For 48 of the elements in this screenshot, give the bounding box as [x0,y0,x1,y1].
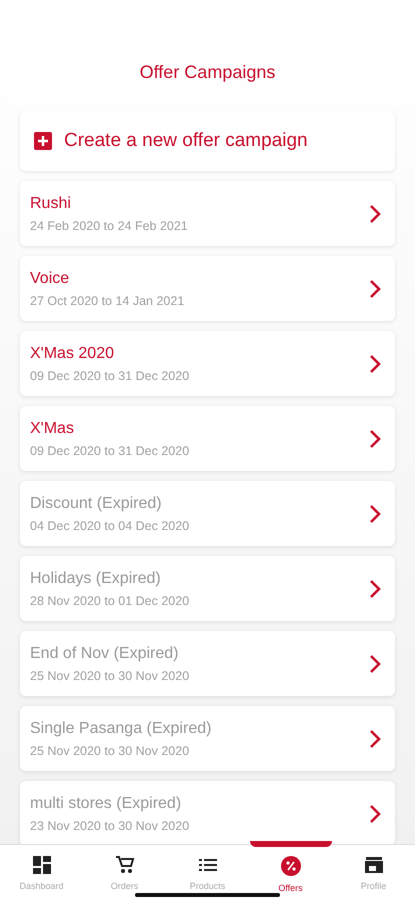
campaign-card[interactable]: Holidays (Expired) 28 Nov 2020 to 01 Dec 2020 [20,556,395,621]
chevron-right-icon [369,278,381,298]
campaign-dates: 28 Nov 2020 to 01 Dec 2020 [30,594,190,608]
campaign-name: Discount (Expired) [30,494,163,512]
campaign-name: Single Pasanga (Expired) [30,720,212,738]
store-icon [364,855,384,875]
page-title: Offer Campaigns [138,61,276,84]
chevron-right-icon [369,504,381,524]
campaign-dates: 25 Nov 2020 to 30 Nov 2020 [30,668,190,682]
campaign-dates: 24 Feb 2020 to 24 Feb 2021 [30,218,189,232]
campaign-name: End of Nov (Expired) [30,644,180,662]
chevron-right-icon [369,354,381,374]
chevron-right-icon [369,204,381,224]
nav-tab[interactable]: Products [166,845,249,900]
campaign-card[interactable]: Single Pasanga (Expired) 25 Nov 2020 to 30 Nov 2020 [20,706,395,771]
campaign-card[interactable]: Rushi 24 Feb 2020 to 24 Feb 2021 [20,181,395,246]
campaign-dates: 27 Oct 2020 to 14 Jan 2021 [30,294,186,308]
campaign-dates: 09 Dec 2020 to 31 Dec 2020 [30,368,190,382]
nav-tab[interactable]: Dashboard [0,845,83,900]
campaign-card[interactable]: X'Mas 2020 09 Dec 2020 to 31 Dec 2020 [20,331,395,396]
campaign-name: X'Mas [30,420,75,438]
campaign-card[interactable]: Discount (Expired) 04 Dec 2020 to 04 Dec 2020 [20,481,395,546]
nav-tab[interactable]: Offers [249,845,332,900]
campaign-card[interactable]: End of Nov (Expired) 25 Nov 2020 to 30 Nov 2020 [20,631,395,696]
campaign-dates: 09 Dec 2020 to 31 Dec 2020 [30,444,190,458]
campaign-dates: 23 Nov 2020 to 30 Nov 2020 [30,818,190,832]
chevron-right-icon [369,428,381,448]
chevron-right-icon [369,804,381,824]
campaign-name: Rushi [30,194,72,212]
dashboard-icon [32,855,52,875]
plus-icon [34,132,52,150]
nav-tab[interactable]: Orders [83,845,166,900]
nav-tab[interactable]: Profile [332,845,415,900]
campaign-name: Holidays (Expired) [30,570,162,588]
discount-badge-icon [280,855,302,877]
campaign-dates: 25 Nov 2020 to 30 Nov 2020 [30,744,190,758]
campaign-name: multi stores (Expired) [30,794,182,812]
create-campaign-button[interactable]: Create a new offer campaign [20,111,395,171]
campaign-card[interactable]: Voice 27 Oct 2020 to 14 Jan 2021 [20,256,395,321]
campaign-name: X'Mas 2020 [30,344,115,362]
chevron-right-icon [369,578,381,598]
cart-icon [114,855,134,875]
campaign-dates: 04 Dec 2020 to 04 Dec 2020 [30,518,190,532]
campaign-card[interactable]: multi stores (Expired) 23 Nov 2020 to 30 Nov 2020 [20,781,395,844]
chevron-right-icon [369,654,381,674]
campaign-card[interactable]: X'Mas 09 Dec 2020 to 31 Dec 2020 [20,406,395,471]
chevron-right-icon [369,728,381,748]
campaign-name: Voice [30,270,70,288]
